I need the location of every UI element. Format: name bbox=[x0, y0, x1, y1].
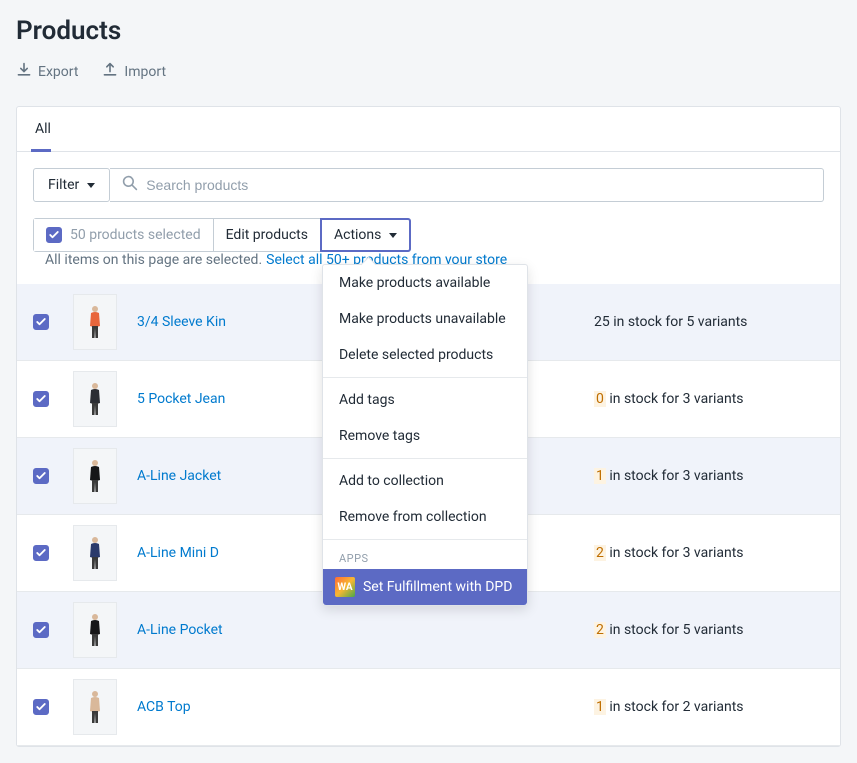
actions-button[interactable]: Actions Make products available Make pro… bbox=[320, 218, 411, 252]
chevron-down-icon bbox=[87, 183, 95, 188]
select-all-checkbox[interactable] bbox=[46, 227, 62, 243]
tabs: All bbox=[17, 107, 840, 152]
menu-make-unavailable[interactable]: Make products unavailable bbox=[323, 301, 527, 337]
products-card: All Filter 50 products selected bbox=[16, 106, 841, 747]
app-icon: WA bbox=[335, 577, 355, 597]
product-thumbnail[interactable] bbox=[73, 294, 117, 350]
menu-make-available[interactable]: Make products available bbox=[323, 265, 527, 301]
product-thumbnail[interactable] bbox=[73, 525, 117, 581]
menu-add-to-collection[interactable]: Add to collection bbox=[323, 463, 527, 499]
row-checkbox[interactable] bbox=[33, 468, 49, 484]
menu-separator bbox=[323, 377, 527, 378]
selection-info-text: All items on this page are selected. bbox=[45, 252, 262, 268]
filter-row: Filter bbox=[17, 152, 840, 218]
row-checkbox[interactable] bbox=[33, 622, 49, 638]
page-title: Products bbox=[16, 16, 841, 46]
product-name-link[interactable]: A-Line Pocket bbox=[137, 622, 574, 638]
product-stock: 1 in stock for 3 variants bbox=[594, 468, 824, 484]
menu-remove-tags[interactable]: Remove tags bbox=[323, 418, 527, 454]
edit-products-label: Edit products bbox=[226, 227, 308, 243]
product-thumbnail[interactable] bbox=[73, 679, 117, 735]
menu-add-tags[interactable]: Add tags bbox=[323, 382, 527, 418]
menu-separator bbox=[323, 458, 527, 459]
product-stock: 25 in stock for 5 variants bbox=[594, 314, 824, 330]
product-name-link[interactable]: ACB Top bbox=[137, 699, 574, 715]
import-button[interactable]: Import bbox=[102, 62, 166, 82]
selection-count-label: 50 products selected bbox=[70, 227, 201, 243]
menu-app-label: Set Fulfillment with DPD bbox=[363, 579, 512, 595]
import-label: Import bbox=[124, 64, 166, 80]
upload-icon bbox=[102, 62, 118, 82]
download-icon bbox=[16, 62, 32, 82]
selection-buttons: 50 products selected Edit products Actio… bbox=[33, 218, 411, 252]
menu-apps-header: APPS bbox=[323, 544, 527, 569]
product-thumbnail[interactable] bbox=[73, 371, 117, 427]
search-wrapper bbox=[110, 168, 824, 202]
tab-all[interactable]: All bbox=[17, 107, 69, 151]
menu-delete-selected[interactable]: Delete selected products bbox=[323, 337, 527, 373]
menu-remove-from-collection[interactable]: Remove from collection bbox=[323, 499, 527, 535]
selection-count[interactable]: 50 products selected bbox=[34, 219, 214, 251]
menu-separator bbox=[323, 539, 527, 540]
menu-app-set-fulfillment[interactable]: WA Set Fulfillment with DPD bbox=[323, 569, 527, 605]
search-icon bbox=[122, 175, 138, 195]
export-button[interactable]: Export bbox=[16, 62, 78, 82]
row-checkbox[interactable] bbox=[33, 545, 49, 561]
search-input[interactable] bbox=[146, 169, 811, 201]
product-thumbnail[interactable] bbox=[73, 448, 117, 504]
product-thumbnail[interactable] bbox=[73, 602, 117, 658]
product-stock: 2 in stock for 5 variants bbox=[594, 622, 824, 638]
chevron-down-icon bbox=[389, 233, 397, 238]
actions-dropdown: Make products available Make products un… bbox=[322, 264, 528, 606]
selection-bar: 50 products selected Edit products Actio… bbox=[17, 218, 840, 284]
product-stock: 1 in stock for 2 variants bbox=[594, 699, 824, 715]
table-row: ACB Top 1 in stock for 2 variants bbox=[17, 669, 840, 746]
toolbar: Export Import bbox=[16, 62, 841, 82]
actions-label: Actions bbox=[334, 227, 381, 243]
product-stock: 0 in stock for 3 variants bbox=[594, 391, 824, 407]
row-checkbox[interactable] bbox=[33, 391, 49, 407]
edit-products-button[interactable]: Edit products bbox=[214, 219, 321, 251]
product-stock: 2 in stock for 3 variants bbox=[594, 545, 824, 561]
filter-label: Filter bbox=[48, 177, 79, 193]
filter-button[interactable]: Filter bbox=[33, 168, 110, 202]
row-checkbox[interactable] bbox=[33, 699, 49, 715]
export-label: Export bbox=[38, 64, 78, 80]
row-checkbox[interactable] bbox=[33, 314, 49, 330]
